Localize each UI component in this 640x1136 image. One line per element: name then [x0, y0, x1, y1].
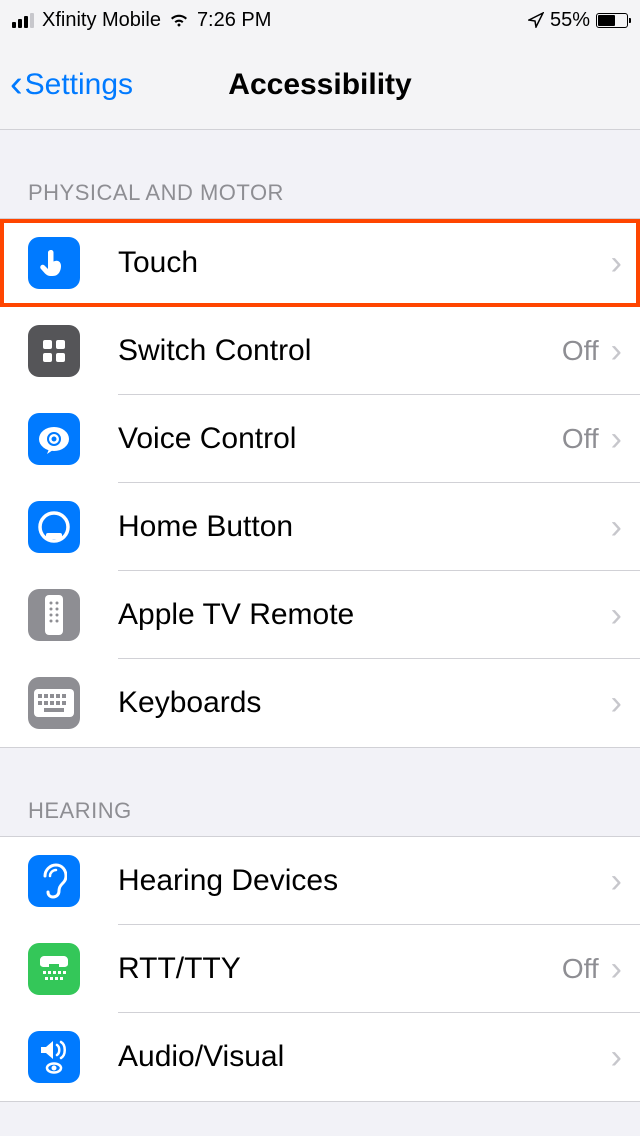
row-status: Off: [562, 335, 599, 367]
hearing-devices-icon: [28, 855, 80, 907]
row-voice-control[interactable]: Voice Control Off ›: [0, 395, 640, 483]
section-header-hearing: HEARING: [0, 748, 640, 836]
row-keyboards[interactable]: Keyboards ›: [0, 659, 640, 747]
audio-visual-icon: [28, 1031, 80, 1083]
rtt-tty-icon: [28, 943, 80, 995]
battery-percent: 55%: [550, 9, 590, 32]
chevron-right-icon: ›: [611, 862, 622, 901]
row-label: Keyboards: [118, 686, 611, 720]
row-label: Hearing Devices: [118, 864, 611, 898]
chevron-right-icon: ›: [611, 684, 622, 723]
chevron-right-icon: ›: [611, 508, 622, 547]
touch-icon: [28, 237, 80, 289]
list-physical: Touch › Switch Control Off › Voice Contr…: [0, 218, 640, 748]
apple-tv-remote-icon: [28, 589, 80, 641]
wifi-icon: [169, 13, 189, 28]
nav-header: ‹ Settings Accessibility: [0, 40, 640, 130]
back-button[interactable]: ‹ Settings: [10, 63, 133, 106]
back-label: Settings: [25, 68, 133, 102]
row-label: Switch Control: [118, 334, 562, 368]
status-bar: Xfinity Mobile 7:26 PM 55%: [0, 0, 640, 40]
row-home-button[interactable]: Home Button ›: [0, 483, 640, 571]
row-status: Off: [562, 423, 599, 455]
chevron-left-icon: ‹: [10, 63, 23, 106]
section-header-physical: PHYSICAL AND MOTOR: [0, 130, 640, 218]
list-hearing: Hearing Devices › RTT/TTY Off › Audio/Vi…: [0, 836, 640, 1102]
row-hearing-devices[interactable]: Hearing Devices ›: [0, 837, 640, 925]
switch-control-icon: [28, 325, 80, 377]
row-label: Touch: [118, 246, 611, 280]
row-audio-visual[interactable]: Audio/Visual ›: [0, 1013, 640, 1101]
status-time: 7:26 PM: [197, 9, 271, 32]
row-label: RTT/TTY: [118, 952, 562, 986]
row-touch[interactable]: Touch ›: [0, 219, 640, 307]
signal-icon: [12, 13, 34, 28]
voice-control-icon: [28, 413, 80, 465]
chevron-right-icon: ›: [611, 950, 622, 989]
chevron-right-icon: ›: [611, 244, 622, 283]
chevron-right-icon: ›: [611, 420, 622, 459]
row-apple-tv-remote[interactable]: Apple TV Remote ›: [0, 571, 640, 659]
row-label: Voice Control: [118, 422, 562, 456]
carrier-name: Xfinity Mobile: [42, 9, 161, 32]
battery-icon: [596, 13, 628, 28]
home-button-icon: [28, 501, 80, 553]
row-label: Audio/Visual: [118, 1040, 611, 1074]
row-rtt-tty[interactable]: RTT/TTY Off ›: [0, 925, 640, 1013]
chevron-right-icon: ›: [611, 332, 622, 371]
page-title: Accessibility: [228, 68, 411, 102]
keyboards-icon: [28, 677, 80, 729]
row-label: Apple TV Remote: [118, 598, 611, 632]
location-arrow-icon: [528, 12, 544, 28]
row-label: Home Button: [118, 510, 611, 544]
row-switch-control[interactable]: Switch Control Off ›: [0, 307, 640, 395]
chevron-right-icon: ›: [611, 1038, 622, 1077]
row-status: Off: [562, 953, 599, 985]
chevron-right-icon: ›: [611, 596, 622, 635]
